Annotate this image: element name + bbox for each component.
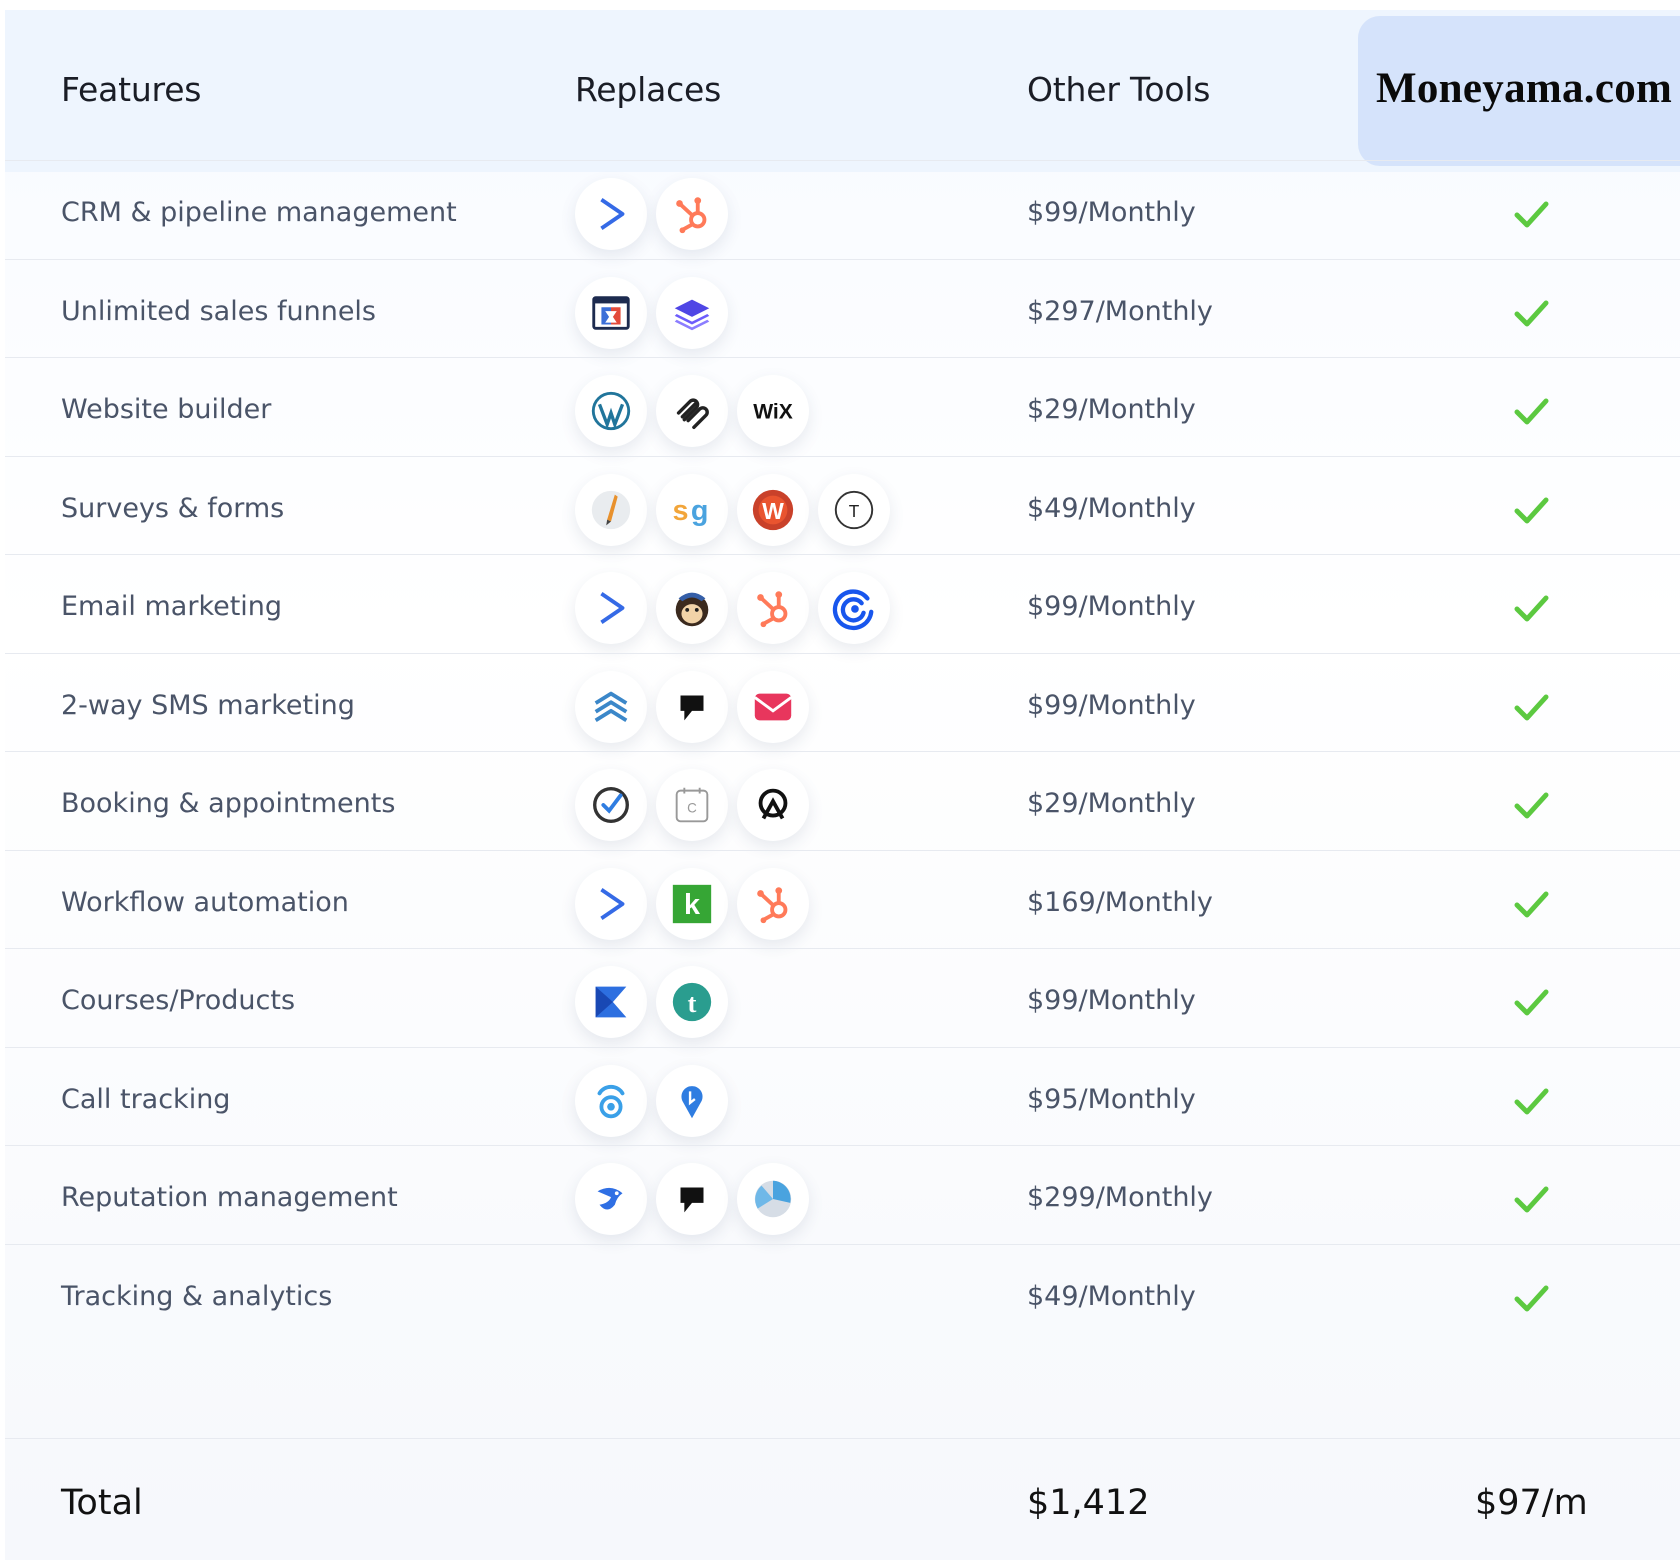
total-row: Total $1,412 $97/m (5, 1438, 1680, 1560)
svg-text:t: t (688, 988, 697, 1018)
feature-name: Unlimited sales funnels (61, 295, 376, 327)
envelope-icon (737, 670, 809, 743)
other-tools-price: $49/Monthly (1027, 492, 1196, 524)
podium-flag-icon (656, 670, 728, 743)
podium-flag-icon (656, 1163, 728, 1235)
calendar-c-icon: C (656, 769, 728, 841)
brand-name: Moneyama.com (1376, 65, 1673, 112)
svg-text:WiX: WiX (753, 400, 793, 423)
total-other-tools: $1,412 (1027, 1483, 1150, 1523)
table-row: Website builder WiX $29/Monthly (5, 357, 1680, 462)
other-tools-price: $169/Monthly (1027, 886, 1213, 918)
other-tools-price: $99/Monthly (1027, 985, 1196, 1016)
svg-text:k: k (684, 888, 701, 920)
table-row: Reputation management $299/Monthly (5, 1145, 1680, 1250)
feature-name: Call tracking (61, 1083, 231, 1115)
table-header: Features Replaces Other Tools Moneyama.c… (5, 10, 1680, 172)
check-icon (1510, 390, 1552, 432)
other-tools-price: $29/Monthly (1027, 788, 1196, 819)
feature-name: 2-way SMS marketing (61, 689, 355, 721)
svg-text:W: W (762, 497, 784, 523)
brand-header-box: Moneyama.com (1358, 16, 1680, 166)
feature-name: Workflow automation (61, 886, 349, 918)
other-tools-price: $99/Monthly (1027, 197, 1196, 228)
table-row: Courses/Products t $99/Monthly (5, 948, 1680, 1053)
clickfunnels-icon (575, 276, 647, 349)
total-label: Total (61, 1483, 143, 1523)
wordpress-icon (575, 375, 647, 447)
header-features: Features (61, 70, 202, 109)
acuity-icon (737, 769, 809, 841)
surveygizmo-icon: sg (656, 473, 728, 546)
pricing-comparison-table: Features Replaces Other Tools Moneyama.c… (5, 10, 1680, 1560)
feature-name: Email marketing (61, 591, 283, 622)
hubspot-icon (737, 572, 809, 644)
svg-text:C: C (687, 800, 697, 815)
check-icon (1510, 883, 1552, 925)
table-row: Email marketing $99/Monthly (5, 554, 1680, 659)
table-row: Workflow automation k $169/Monthly (5, 849, 1680, 955)
other-tools-price: $99/Monthly (1027, 689, 1196, 721)
feature-name: Reputation management (61, 1182, 398, 1213)
wix-icon: WiX (737, 375, 809, 447)
check-icon (1510, 292, 1552, 334)
header-replaces: Replaces (575, 70, 722, 109)
calendly-check-icon (575, 769, 647, 841)
table-row: Unlimited sales funnels $297/Monthly (5, 258, 1680, 364)
feature-name: Booking & appointments (61, 788, 396, 819)
wufoo-icon: W (737, 473, 809, 546)
other-tools-price: $299/Monthly (1027, 1182, 1213, 1213)
feature-name: Courses/Products (61, 985, 296, 1016)
svg-text:T: T (849, 500, 860, 520)
feature-name: Surveys & forms (61, 492, 285, 524)
typeform-icon: T (818, 473, 890, 546)
table-row: CRM & pipeline management $99/Monthly (5, 160, 1680, 265)
check-icon (1510, 1178, 1552, 1220)
table-row: 2-way SMS marketing $99/Monthly (5, 652, 1680, 758)
check-icon (1510, 489, 1552, 531)
check-icon (1510, 587, 1552, 629)
check-icon (1510, 686, 1552, 728)
keap-icon: k (656, 867, 728, 940)
total-brand-price: $97/m (1475, 1483, 1588, 1523)
activecampaign-icon (575, 867, 647, 940)
location-pin-icon (656, 1064, 728, 1137)
callrail-icon (575, 1064, 647, 1137)
activecampaign-icon (575, 178, 647, 250)
other-tools-price: $49/Monthly (1027, 1280, 1196, 1312)
table-row: Surveys & forms s g W T $49/Monthly (5, 455, 1680, 561)
activecampaign-icon (575, 572, 647, 644)
teachable-icon: t (656, 966, 728, 1038)
pencil-form-icon (575, 473, 647, 546)
other-tools-price: $99/Monthly (1027, 591, 1196, 622)
svg-text:s: s (673, 494, 689, 526)
mailchimp-icon (656, 572, 728, 644)
layers-stack-icon (656, 276, 728, 349)
header-other-tools: Other Tools (1027, 70, 1211, 109)
table-row: Tracking & analytics $49/Monthly (5, 1243, 1680, 1349)
hubspot-icon (737, 867, 809, 940)
other-tools-price: $95/Monthly (1027, 1083, 1196, 1115)
feature-name: CRM & pipeline management (61, 197, 457, 228)
check-icon (1510, 784, 1552, 826)
table-row: Call tracking $95/Monthly (5, 1046, 1680, 1152)
other-tools-price: $29/Monthly (1027, 394, 1196, 425)
stacked-chevrons-icon (575, 670, 647, 743)
check-icon (1510, 193, 1552, 235)
squarespace-icon (656, 375, 728, 447)
check-icon (1510, 1277, 1552, 1319)
constant-contact-icon (818, 572, 890, 644)
table-row: Booking & appointments C $29/Monthly (5, 751, 1680, 856)
feature-name: Website builder (61, 394, 272, 425)
other-tools-price: $297/Monthly (1027, 295, 1213, 327)
birdeye-icon (575, 1163, 647, 1235)
feature-name: Tracking & analytics (61, 1280, 333, 1312)
svg-text:g: g (691, 494, 709, 526)
check-icon (1510, 1080, 1552, 1122)
kajabi-icon (575, 966, 647, 1038)
hubspot-icon (656, 178, 728, 250)
reputation-pie-icon (737, 1163, 809, 1235)
check-icon (1510, 981, 1552, 1023)
